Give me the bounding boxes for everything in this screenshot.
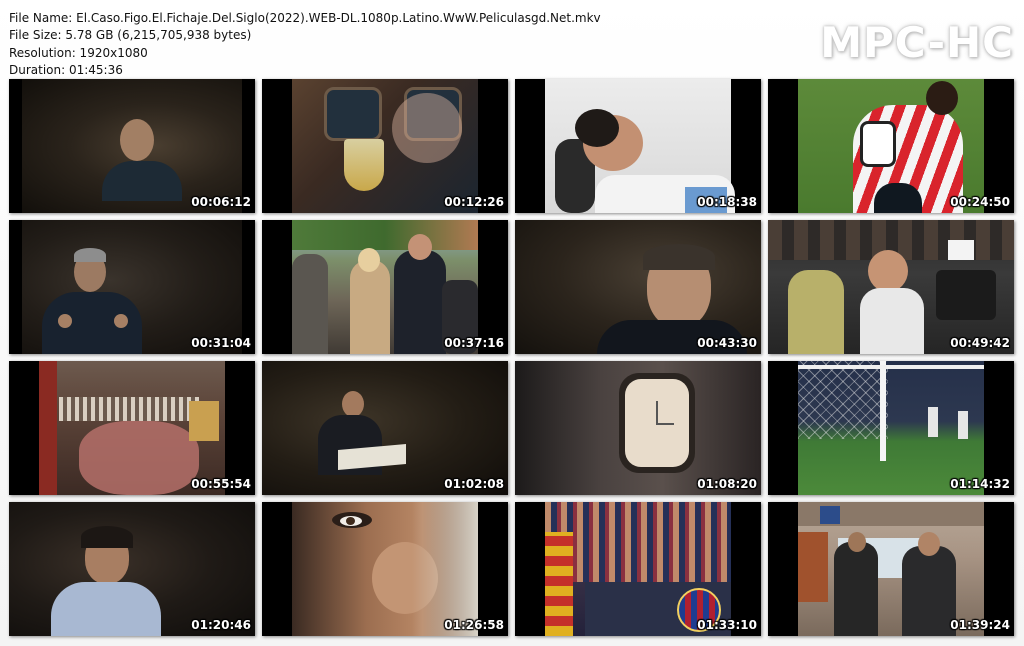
thumbnail-6: 00:37:16: [262, 220, 508, 354]
scene-man-interview-gesturing: [22, 220, 242, 354]
file-info: File Name: El.Caso.Figo.El.Fichaje.Del.S…: [9, 10, 601, 79]
scene-man-curly-hair-interview: [9, 502, 255, 636]
thumbnail-13: 01:20:46: [9, 502, 255, 636]
timestamp: 01:26:58: [444, 618, 504, 632]
thumbnail-1: 00:06:12: [9, 79, 255, 213]
scene-couple-with-photographers: [292, 220, 478, 354]
thumbnail-14: 01:26:58: [262, 502, 508, 636]
thumbnail-5: 00:31:04: [9, 220, 255, 354]
timestamp: 01:02:08: [444, 477, 504, 491]
thumbnail-16: 01:39:24: [768, 502, 1014, 636]
timestamp: 00:49:42: [950, 336, 1010, 350]
thumbnail-12: 01:14:32: [768, 361, 1014, 495]
thumbnail-11: 01:08:20: [515, 361, 761, 495]
scene-blurry-crowd-protest: [39, 361, 225, 495]
thumbnail-9: 00:55:54: [9, 361, 255, 495]
file-size: File Size: 5.78 GB (6,215,705,938 bytes): [9, 28, 252, 43]
thumbnail-8: 00:49:42: [768, 220, 1014, 354]
thumbnail-2: 00:12:26: [262, 79, 508, 213]
scene-goal-net-stadium: [798, 361, 984, 495]
resolution: Resolution: 1920x1080: [9, 45, 148, 60]
scene-wall-clock: [515, 361, 761, 495]
timestamp: 00:43:30: [697, 336, 757, 350]
scene-champagne-glass-toast: [292, 79, 478, 213]
timestamp: 01:08:20: [697, 477, 757, 491]
timestamp: 00:18:38: [697, 195, 757, 209]
scene-smiling-man-interview: [515, 220, 761, 354]
mpc-hc-logo: MPC-HC: [820, 18, 1014, 67]
timestamp: 00:12:26: [444, 195, 504, 209]
thumbnail-4: 00:24:50: [768, 79, 1014, 213]
file-name: File Name: El.Caso.Figo.El.Fichaje.Del.S…: [9, 11, 601, 25]
timestamp: 01:20:46: [191, 618, 251, 632]
scene-men-in-airport: [798, 502, 984, 636]
timestamp: 00:55:54: [191, 477, 251, 491]
scene-press-crowd-cameras: [768, 220, 1014, 354]
timestamp: 00:31:04: [191, 336, 251, 350]
scene-man-interview-dark: [22, 79, 242, 213]
thumbnail-grid: 00:06:12 00:12:26 00:18:38 00:24:50 00:3…: [9, 79, 1015, 636]
timestamp: 01:39:24: [950, 618, 1010, 632]
timestamp: 01:14:32: [950, 477, 1010, 491]
scene-footballer-red-white-jersey: [798, 79, 984, 213]
thumbnail-10: 01:02:08: [262, 361, 508, 495]
thumbnail-3: 00:18:38: [515, 79, 761, 213]
scene-fans-with-banners: [545, 502, 731, 636]
scene-man-in-dentist-chair: [545, 79, 735, 213]
thumbnail-7: 00:43:30: [515, 220, 761, 354]
timestamp: 01:33:10: [697, 618, 757, 632]
duration: Duration: 01:45:36: [9, 62, 123, 77]
scene-face-closeup: [292, 502, 478, 636]
timestamp: 00:06:12: [191, 195, 251, 209]
timestamp: 00:37:16: [444, 336, 504, 350]
scene-man-reading-newspaper: [262, 361, 508, 495]
timestamp: 00:24:50: [950, 195, 1010, 209]
thumbnail-15: 01:33:10: [515, 502, 761, 636]
